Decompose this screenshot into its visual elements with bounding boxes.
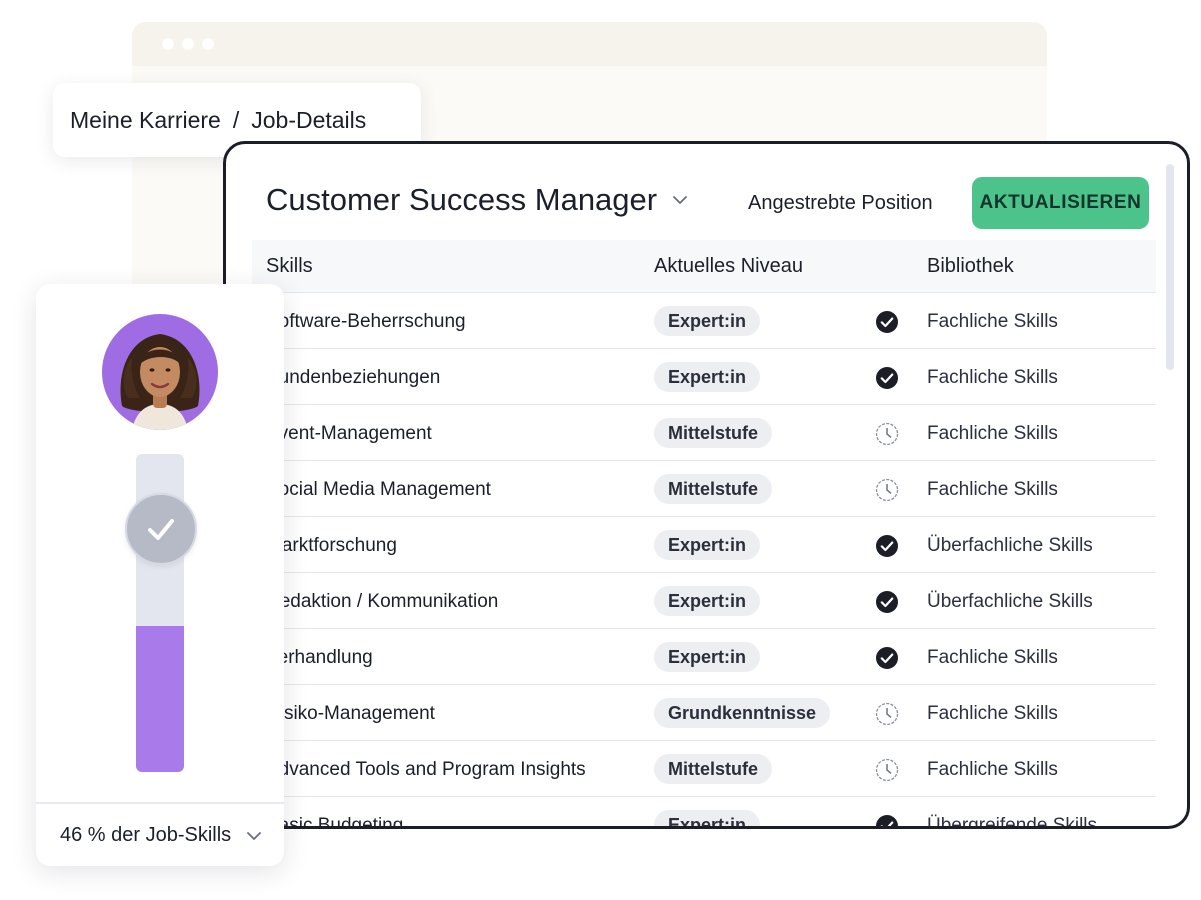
profile-card: 46 % der Job-Skills [36,284,284,866]
panel-header: Customer Success Manager Angestrebte Pos… [226,144,1187,242]
window-dot [182,38,194,50]
chevron-down-icon [673,196,688,204]
job-skills-dropdown[interactable]: 46 % der Job-Skills [60,824,263,847]
check-icon [876,367,898,389]
skill-name: Basic Budgeting [266,815,404,829]
level-badge: Expert:in [654,530,761,560]
skill-name: Software-Beherrschung [266,311,466,332]
target-position-label: Angestrebte Position [748,192,933,214]
table-row[interactable]: Risiko-Management Grundkenntnisse Fachlich… [252,685,1156,741]
level-badge: Expert:in [654,586,761,616]
column-header-library[interactable]: Bibliothek [927,255,1014,278]
level-badge: Expert:in [654,306,761,336]
library-label: Übergreifende Skills [927,815,1098,829]
library-label: Fachliche Skills [927,367,1058,388]
library-label: Fachliche Skills [927,311,1058,332]
check-icon [876,815,898,826]
table-row[interactable]: Basic Budgeting Expert:in Übergreifende Sk… [252,797,1156,829]
level-badge: Mittelstufe [654,418,772,448]
library-label: Überfachliche Skills [927,591,1093,612]
library-label: Fachliche Skills [927,759,1058,780]
library-label: Fachliche Skills [927,423,1058,444]
table-row[interactable]: Kundenbeziehungen Expert:in Fachliche Skil… [252,349,1156,405]
table-row[interactable]: Social Media Management Mittelstufe Fachli… [252,461,1156,517]
check-icon [148,519,174,540]
breadcrumb-separator: / [232,106,240,133]
check-icon [876,535,898,557]
breadcrumb-parent[interactable]: Meine Karriere [70,107,221,134]
clock-icon [875,478,899,502]
level-badge: Mittelstufe [654,474,772,504]
skill-name: Kundenbeziehungen [266,367,441,388]
level-badge: Expert:in [654,642,761,672]
clock-icon [875,422,899,446]
job-title-dropdown[interactable]: Customer Success Manager [266,182,689,218]
level-badge: Mittelstufe [654,754,772,784]
skill-name: Redaktion / Kommunikation [266,591,499,612]
table-header: Skills Aktuelles Niveau Bibliothek [252,240,1156,293]
avatar [102,314,218,430]
table-row[interactable]: Event-Management Mittelstufe Fachliche Ski… [252,405,1156,461]
level-badge: Expert:in [654,810,761,826]
progress-check-badge [125,493,197,565]
clock-icon [875,702,899,726]
avatar-portrait [120,334,200,430]
library-label: Fachliche Skills [927,703,1058,724]
clock-icon [875,758,899,782]
table-row[interactable]: Verhandlung Expert:in Fachliche Skills [252,629,1156,685]
check-icon [876,591,898,613]
scrollbar[interactable] [1166,164,1174,370]
table-row[interactable]: Marktforschung Expert:in Überfachliche Ski… [252,517,1156,573]
table-row[interactable]: Redaktion / Kommunikation Expert:in Überfa… [252,573,1156,629]
check-icon [876,647,898,669]
skill-name: Event-Management [266,423,432,444]
skills-table: Skills Aktuelles Niveau Bibliothek Softw… [252,240,1156,829]
window-dot [162,38,174,50]
skill-name: Marktforschung [266,535,397,556]
skill-progress-fill [136,625,184,772]
window-title-bar [132,22,1047,66]
breadcrumb-current: Job-Details [251,106,367,133]
job-skills-summary: 46 % der Job-Skills [60,824,232,846]
library-label: Fachliche Skills [927,647,1058,668]
column-header-level[interactable]: Aktuelles Niveau [654,255,803,278]
check-icon [876,311,898,333]
skill-name: Advanced Tools and Program Insights [266,759,586,780]
table-row[interactable]: Advanced Tools and Program Insights Mitte… [252,741,1156,797]
job-details-panel: Customer Success Manager Angestrebte Pos… [223,141,1190,829]
skill-name: Social Media Management [266,479,491,500]
divider [36,802,284,804]
level-badge: Grundkenntnisse [654,698,831,728]
table-row[interactable]: Software-Beherrschung Expert:in Fachliche … [252,293,1156,349]
job-title: Customer Success Manager [266,182,658,217]
library-label: Überfachliche Skills [927,535,1093,556]
table-body: Software-Beherrschung Expert:in Fachliche … [252,293,1156,829]
update-button[interactable]: AKTUALISIEREN [972,177,1149,229]
skill-name: Risiko-Management [266,703,435,724]
window-dot [202,38,214,50]
chevron-down-icon [247,831,262,840]
library-label: Fachliche Skills [927,479,1058,500]
column-header-skills[interactable]: Skills [266,255,313,278]
level-badge: Expert:in [654,362,761,392]
